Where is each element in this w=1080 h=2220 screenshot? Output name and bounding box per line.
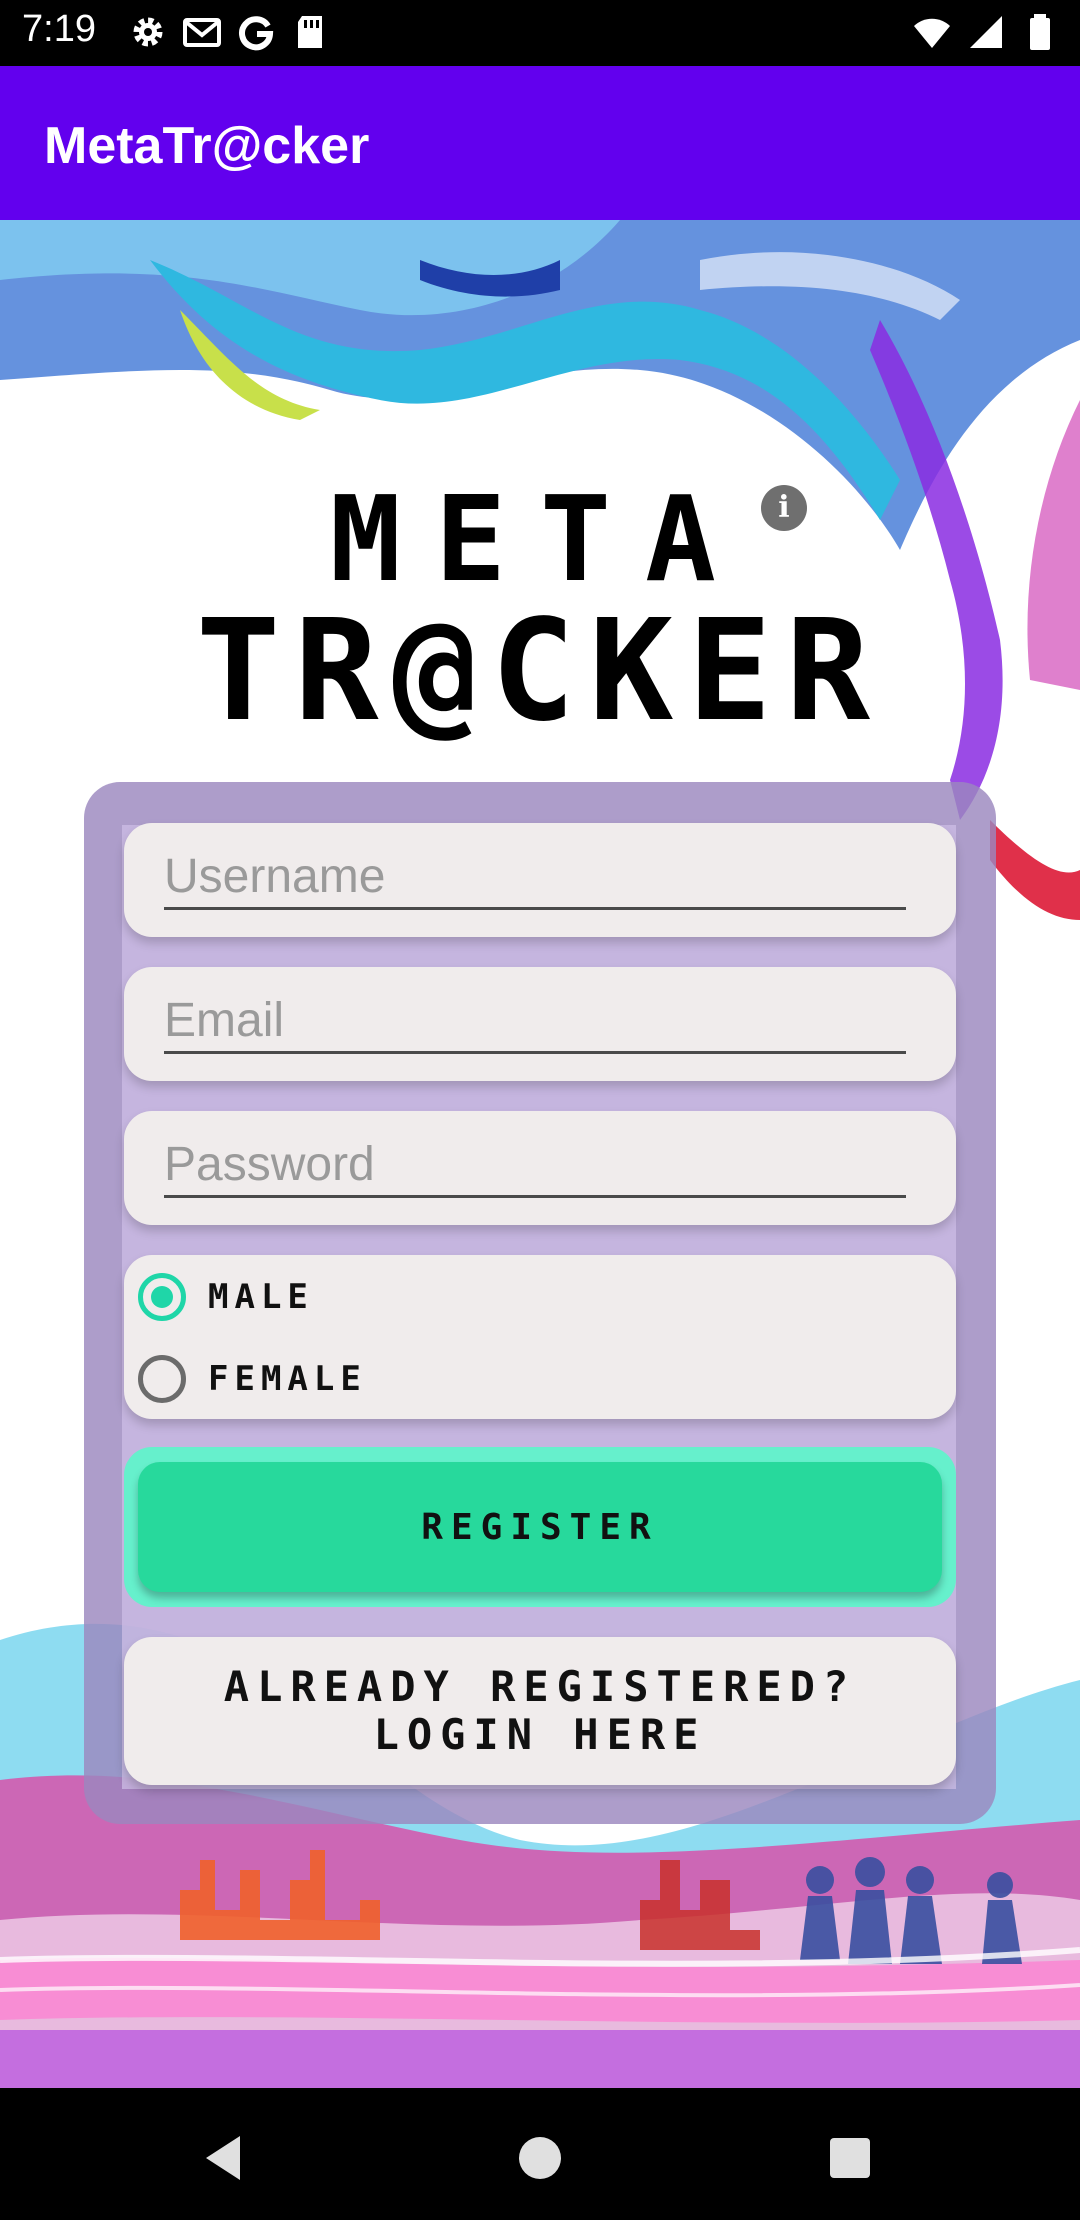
recents-icon[interactable] xyxy=(820,2128,880,2188)
register-button[interactable]: REGISTER xyxy=(138,1462,942,1592)
signal-icon xyxy=(966,12,1006,52)
status-time: 7:19 xyxy=(22,8,96,50)
battery-icon xyxy=(1020,12,1060,52)
radio-male-label: MALE xyxy=(208,1277,314,1317)
email-input[interactable] xyxy=(164,989,906,1054)
radio-option-male[interactable]: MALE xyxy=(138,1267,314,1327)
radio-male-button[interactable] xyxy=(138,1273,186,1321)
info-icon[interactable]: i xyxy=(761,485,807,531)
login-here-button[interactable]: ALREADY REGISTERED? LOGIN HERE xyxy=(124,1637,956,1785)
home-icon[interactable] xyxy=(510,2128,570,2188)
logo-line-2: TR@CKER xyxy=(195,590,884,753)
app-title: MetaTr@cker xyxy=(44,117,370,175)
status-icons-right xyxy=(912,12,1060,52)
radio-female-label: FEMALE xyxy=(208,1359,367,1399)
radio-option-female[interactable]: FEMALE xyxy=(138,1349,367,1409)
gender-radio-group: MALE FEMALE xyxy=(124,1255,956,1419)
settings-icon xyxy=(128,12,168,52)
back-icon[interactable] xyxy=(196,2128,256,2188)
app-bar: MetaTr@cker xyxy=(0,66,1080,220)
navigation-bar xyxy=(0,2088,1080,2220)
password-input[interactable] xyxy=(164,1133,906,1198)
wifi-icon xyxy=(912,12,952,52)
password-field-container xyxy=(124,1111,956,1225)
status-icons-left xyxy=(128,12,330,52)
radio-female-button[interactable] xyxy=(138,1355,186,1403)
email-field-container xyxy=(124,967,956,1081)
sd-card-icon xyxy=(290,12,330,52)
username-field-container xyxy=(124,823,956,937)
app-logo: META TR@CKER xyxy=(0,470,1080,753)
logo-line-1: META xyxy=(329,470,751,608)
google-icon xyxy=(236,12,276,52)
username-input[interactable] xyxy=(164,845,906,910)
status-bar: 7:19 xyxy=(0,0,1080,66)
gmail-icon xyxy=(182,12,222,52)
